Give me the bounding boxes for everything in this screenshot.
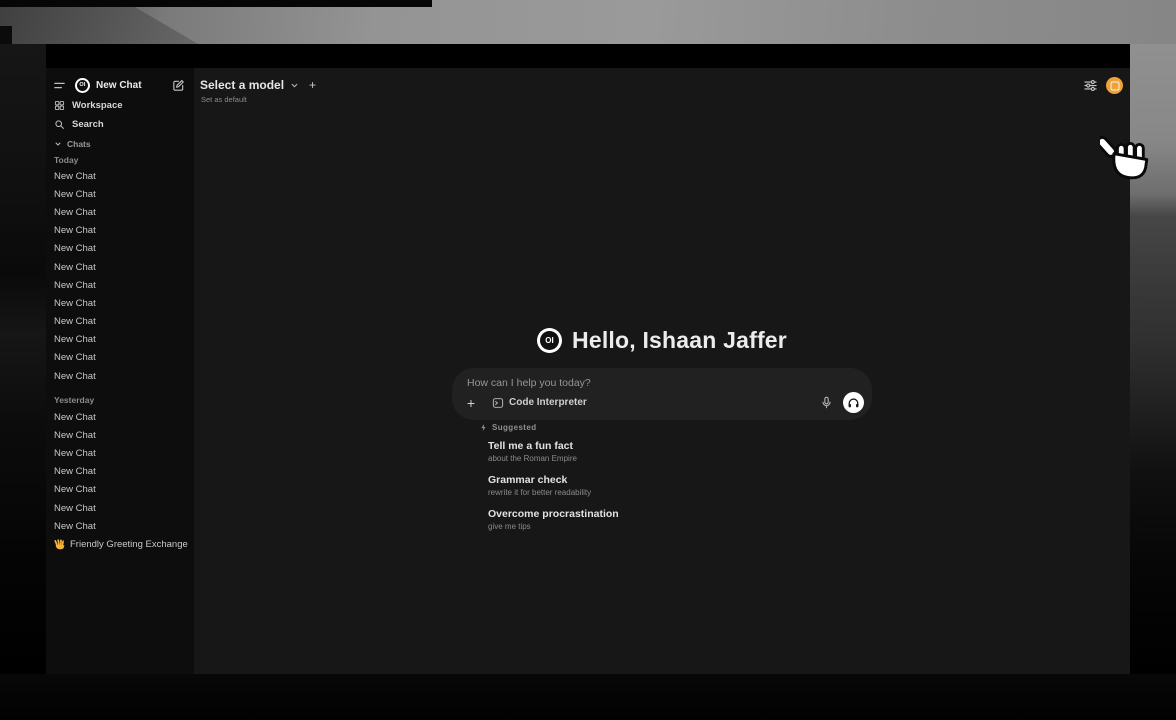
chat-list-item[interactable]: New Chat [46, 331, 194, 349]
chat-list-item[interactable]: New Chat [46, 258, 194, 276]
suggested-list: Tell me a fun fact about the Roman Empir… [452, 439, 872, 532]
topbar-right [1083, 77, 1123, 94]
greeting-text: Hello, Ishaan Jaffer [572, 327, 787, 354]
wave-emoji-icon [54, 539, 65, 550]
sidebar-header: OI New Chat [53, 76, 185, 94]
suggestion-title: Overcome procrastination [488, 507, 872, 521]
chat-list-item[interactable]: New Chat [46, 203, 194, 221]
chat-list-item[interactable]: New Chat [46, 426, 194, 444]
chat-list-yesterday: New ChatNew ChatNew ChatNew ChatNew Chat… [46, 408, 194, 535]
chat-list-item[interactable]: New Chat [46, 349, 194, 367]
suggestion-subtitle: give me tips [488, 521, 872, 532]
suggestion-title: Tell me a fun fact [488, 439, 872, 453]
chat-list-item[interactable]: New Chat [46, 313, 194, 331]
app-logo-text: OI [540, 331, 559, 350]
main-panel: Select a model + Set as default OI Hello… [194, 68, 1130, 674]
app-window: OI New Chat Workspace [46, 44, 1130, 674]
chat-list-item-friendly-greeting[interactable]: Friendly Greeting Exchange [46, 535, 194, 553]
model-selector[interactable]: Select a model + [200, 78, 316, 92]
chat-list-item[interactable]: New Chat [46, 367, 194, 385]
avatar-glyph [1110, 81, 1119, 90]
suggestion-title: Grammar check [488, 473, 872, 487]
app-logo: OI [537, 328, 562, 353]
sidebar: OI New Chat Workspace [46, 68, 194, 674]
desktop: { "window": { "app_name": "Open WebUI ch… [0, 0, 1176, 720]
composer-toolbar: + Code Interpreter [464, 392, 864, 413]
suggestion-subtitle: rewrite it for better readability [488, 487, 872, 498]
chat-list-item[interactable]: New Chat [46, 185, 194, 203]
message-input[interactable]: How can I help you today? [467, 377, 591, 389]
chat-list-item[interactable]: New Chat [46, 240, 194, 258]
sidebar-nav: Workspace Search [46, 96, 194, 134]
suggestion-item[interactable]: Overcome procrastination give me tips [488, 507, 872, 532]
chats-section-toggle[interactable]: Chats [54, 136, 91, 151]
suggestion-item[interactable]: Tell me a fun fact about the Roman Empir… [488, 439, 872, 464]
suggestion-item[interactable]: Grammar check rewrite it for better read… [488, 473, 872, 498]
chat-list-item[interactable]: New Chat [46, 444, 194, 462]
set-as-default-button[interactable]: Set as default [201, 95, 247, 104]
microphone-icon[interactable] [820, 396, 833, 409]
chats-section-label: Chats [67, 139, 91, 149]
suggested-section: Suggested Tell me a fun fact about the R… [452, 420, 872, 541]
chat-list-item[interactable]: New Chat [46, 463, 194, 481]
voice-call-button[interactable] [843, 392, 864, 413]
wallpaper-left [0, 44, 46, 674]
workspace-grid-icon [54, 100, 65, 111]
sidebar-item-workspace[interactable]: Workspace [46, 96, 194, 115]
code-interpreter-toggle[interactable]: Code Interpreter [492, 397, 587, 409]
suggested-label: Suggested [492, 423, 537, 432]
model-selector-label: Select a model [200, 78, 284, 92]
suggested-header: Suggested [452, 420, 872, 434]
chat-list-item[interactable]: New Chat [46, 517, 194, 535]
chevron-down-icon [290, 81, 299, 90]
sidebar-toggle-icon[interactable] [53, 79, 66, 92]
chat-list-item[interactable]: New Chat [46, 481, 194, 499]
search-icon [54, 119, 65, 130]
chat-list-item[interactable]: New Chat [46, 499, 194, 517]
wallpaper-right [1130, 44, 1176, 674]
message-composer: How can I help you today? + Code Interpr… [452, 368, 872, 420]
chat-list-item[interactable]: New Chat [46, 294, 194, 312]
terminal-icon [492, 397, 504, 409]
chat-group-label-yesterday: Yesterday [54, 392, 94, 407]
wallpaper-bottom [0, 674, 1176, 720]
window-titlebar [46, 44, 1130, 68]
suggestion-subtitle: about the Roman Empire [488, 453, 872, 464]
chat-list-item[interactable]: New Chat [46, 222, 194, 240]
chat-list-item[interactable]: New Chat [46, 408, 194, 426]
search-label: Search [72, 119, 104, 130]
chat-list-today: New ChatNew ChatNew ChatNew ChatNew Chat… [46, 167, 194, 385]
sidebar-title: New Chat [96, 80, 142, 91]
wallpaper-top-corner [0, 26, 12, 44]
greeting-hero: OI Hello, Ishaan Jaffer [194, 327, 1130, 354]
headphones-icon [847, 396, 860, 409]
wallpaper-top-black-bar [0, 0, 432, 7]
new-chat-icon[interactable] [172, 79, 185, 92]
sidebar-item-search[interactable]: Search [46, 115, 194, 134]
chat-list-item[interactable]: New Chat [46, 167, 194, 185]
chat-list-item[interactable]: New Chat [46, 276, 194, 294]
settings-sliders-icon[interactable] [1083, 78, 1098, 93]
add-model-button[interactable]: + [309, 78, 316, 92]
app-logo-text: OI [77, 80, 88, 91]
app-logo: OI [75, 78, 90, 93]
workspace-label: Workspace [72, 100, 123, 111]
chat-title: Friendly Greeting Exchange [70, 539, 188, 550]
attach-plus-button[interactable]: + [464, 395, 478, 411]
code-interpreter-label: Code Interpreter [509, 397, 587, 408]
user-avatar[interactable] [1106, 77, 1123, 94]
bolt-icon [480, 423, 487, 432]
chevron-down-icon [54, 140, 62, 148]
chat-group-label-today: Today [54, 152, 78, 167]
